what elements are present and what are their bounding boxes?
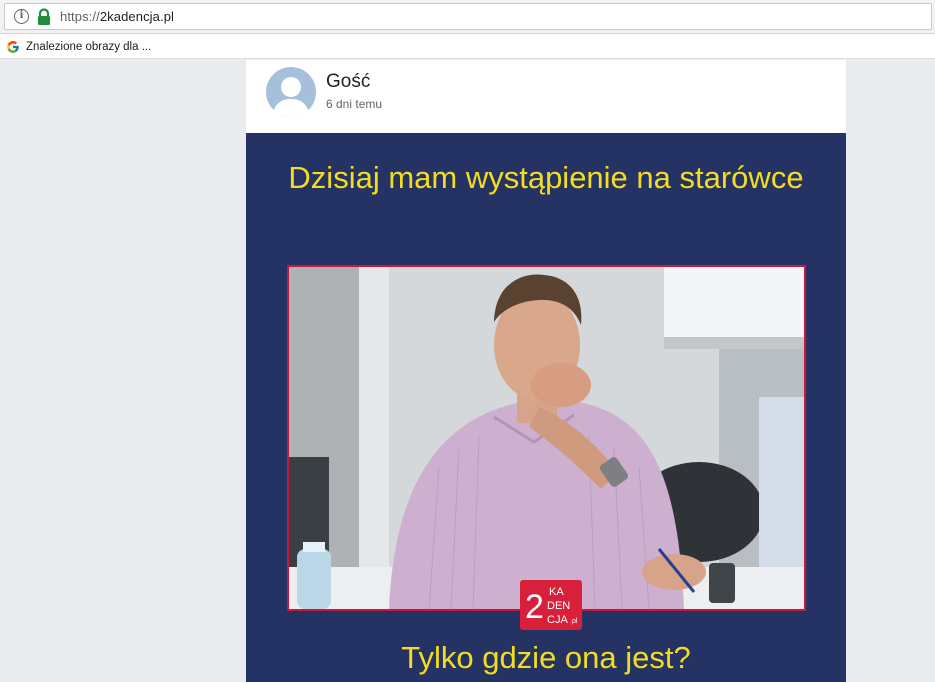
info-icon[interactable]: i (14, 9, 29, 24)
meme-top-text: Dzisiaj mam wystąpienie na starówce (288, 160, 804, 195)
logo-line1: KA (549, 586, 564, 598)
user-silhouette-icon (272, 77, 310, 117)
logo-number: 2 (525, 588, 544, 626)
post-card: Gość 6 dni temu Dzisiaj mam wystąpienie … (246, 60, 846, 682)
2kadencja-logo: 2 KA DEN CJA .pl (520, 580, 582, 630)
url-scheme: https:// (60, 9, 100, 24)
bookmarks-bar: Znalezione obrazy dla ... (0, 34, 935, 59)
man-at-table-photo (289, 267, 804, 609)
avatar[interactable] (266, 67, 316, 117)
url-host: 2kadencja.pl (99, 9, 175, 24)
google-icon (7, 40, 19, 53)
logo-line2: DEN (547, 600, 570, 612)
bookmark-label: Znalezione obrazy dla ... (26, 40, 152, 53)
meme-bottom-text: Tylko gdzie ona jest? (401, 640, 691, 675)
logo-mark: 2 KA DEN CJA .pl (525, 586, 578, 626)
post-header: Gość 6 dni temu (246, 60, 846, 133)
logo-line3: CJA (547, 614, 568, 626)
post-author[interactable]: Gość (326, 71, 370, 93)
lock-icon[interactable] (36, 8, 52, 26)
url-text[interactable]: https://2kadencja.pl (60, 9, 174, 24)
meme-photo (287, 265, 806, 611)
meme-image[interactable]: Dzisiaj mam wystąpienie na starówce 2 KA… (246, 133, 846, 682)
bookmark-item[interactable]: Znalezione obrazy dla ... (6, 38, 151, 55)
browser-toolbar: i https://2kadencja.pl (0, 0, 935, 34)
post-timestamp[interactable]: 6 dni temu (326, 97, 382, 111)
address-bar[interactable]: i https://2kadencja.pl (4, 3, 932, 30)
logo-suffix: .pl (570, 618, 578, 625)
